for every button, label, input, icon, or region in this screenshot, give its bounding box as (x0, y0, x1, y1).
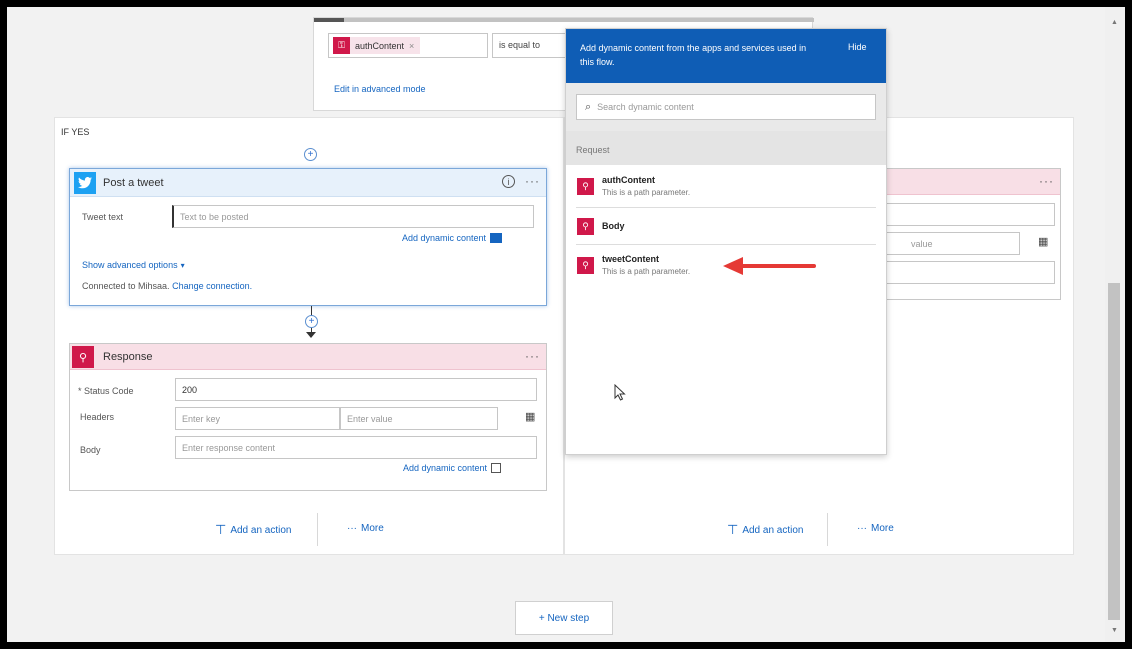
add-action-icon: ⊤ (215, 522, 227, 537)
condition-card-topbar-accent (314, 18, 344, 22)
dynamic-panel-header: Add dynamic content from the apps and se… (566, 29, 886, 83)
edit-advanced-mode-link[interactable]: Edit in advanced mode (334, 84, 426, 94)
more-options-icon[interactable]: ··· (525, 174, 540, 188)
dynamic-panel-header-text: Add dynamic content from the apps and se… (580, 43, 807, 67)
scroll-down-icon[interactable]: ▼ (1111, 627, 1118, 634)
more-dots-icon: ··· (347, 523, 357, 534)
tweet-text-input[interactable]: Text to be posted (172, 205, 534, 228)
if-yes-branch: IF YES + Post a tweet i ··· Tweet text T… (54, 117, 564, 555)
status-code-input[interactable]: 200 (175, 378, 537, 401)
add-action-button[interactable]: ⊤ Add an action (215, 522, 292, 538)
request-icon: ⚲ (577, 257, 594, 274)
search-dynamic-content-input[interactable]: ⌕ Search dynamic content (576, 94, 876, 120)
add-dynamic-content-link[interactable]: Add dynamic content (402, 233, 486, 243)
dynamic-item-name: authContent (602, 175, 655, 185)
flow-designer-canvas: ⚿ authContent × is equal to Edit in adva… (7, 7, 1125, 642)
connection-info: Connected to Mihsaa. Change connection. (82, 281, 252, 291)
more-label: More (871, 523, 894, 534)
dynamic-item-name: Body (602, 221, 625, 231)
request-icon: ⚲ (72, 346, 94, 368)
response-title: Response (103, 351, 153, 363)
tweet-add-dynamic-content[interactable]: Add dynamic content (402, 233, 503, 243)
show-advanced-options-link[interactable]: Show advanced options (82, 260, 178, 270)
request-icon: ⚲ (577, 218, 594, 235)
search-placeholder: Search dynamic content (597, 102, 694, 112)
add-action-label: Add an action (230, 524, 292, 536)
dynamic-item-authcontent[interactable]: ⚲ authContent This is a path parameter. (566, 169, 886, 205)
scroll-up-icon[interactable]: ▲ (1111, 19, 1118, 26)
scrollbar-thumb[interactable] (1108, 283, 1120, 620)
add-dynamic-content-icon[interactable] (490, 233, 503, 243)
hide-panel-button[interactable]: Hide (848, 42, 867, 52)
condition-token[interactable]: ⚿ authContent × (333, 37, 421, 54)
footer-divider (827, 513, 828, 546)
if-yes-label: IF YES (61, 127, 90, 137)
post-tweet-card: Post a tweet i ··· Tweet text Text to be… (69, 168, 547, 306)
chevron-down-icon: ▾ (180, 260, 185, 270)
search-icon: ⌕ (585, 100, 592, 113)
more-label: More (361, 523, 384, 534)
table-mode-icon[interactable]: ▦ (1038, 235, 1048, 248)
response-card: ⚲ Response ··· * Status Code 200 Headers… (69, 343, 547, 491)
token-remove-icon[interactable]: × (409, 41, 414, 51)
post-tweet-title: Post a tweet (103, 177, 164, 189)
request-section-header: Request (566, 131, 886, 165)
table-mode-icon[interactable]: ▦ (525, 410, 535, 423)
body-label: Body (80, 445, 101, 455)
dynamic-item-desc: This is a path parameter. (602, 188, 691, 197)
item-divider (576, 207, 876, 208)
change-connection-link[interactable]: Change connection. (172, 281, 252, 291)
dynamic-search-area: ⌕ Search dynamic content (566, 83, 886, 131)
footer-divider (317, 513, 318, 546)
condition-token-label: authContent (355, 40, 405, 51)
red-arrow-annotation-icon (723, 257, 816, 275)
request-icon: ⚲ (577, 178, 594, 195)
dynamic-content-panel: Add dynamic content from the apps and se… (565, 28, 887, 455)
show-advanced-options[interactable]: Show advanced options ▾ (82, 260, 185, 270)
request-icon: ⚿ (333, 37, 350, 54)
more-options-icon[interactable]: ··· (525, 349, 540, 363)
post-tweet-header[interactable]: Post a tweet i ··· (70, 169, 546, 197)
add-dynamic-content-icon[interactable] (491, 463, 502, 473)
add-action-icon: ⊤ (727, 522, 739, 537)
condition-left-operand[interactable]: ⚿ authContent × (328, 33, 488, 58)
response-add-dynamic-content[interactable]: Add dynamic content (403, 463, 502, 473)
response-header[interactable]: ⚲ Response ··· (70, 344, 546, 370)
dynamic-item-body[interactable]: ⚲ Body (566, 210, 886, 242)
header-value-input[interactable]: Enter value (340, 407, 498, 430)
dynamic-item-desc: This is a path parameter. (602, 267, 691, 276)
connected-text: Connected to Mihsaa. (82, 281, 170, 291)
add-action-button[interactable]: ⊤ Add an action (727, 522, 804, 538)
headers-label: Headers (80, 412, 115, 422)
more-button[interactable]: ··· More (347, 523, 384, 534)
twitter-icon (74, 172, 96, 194)
header-key-input[interactable]: Enter key (175, 407, 340, 430)
body-input[interactable]: Enter response content (175, 436, 537, 459)
insert-step-icon[interactable]: + (304, 148, 317, 161)
tweet-text-label: Tweet text (82, 212, 124, 222)
dynamic-item-name: tweetContent (602, 254, 659, 264)
more-dots-icon: ··· (857, 523, 867, 534)
new-step-button[interactable]: + New step (515, 601, 613, 635)
add-action-label: Add an action (742, 524, 804, 536)
info-icon[interactable]: i (502, 175, 515, 188)
vertical-scrollbar[interactable]: ▲ ▼ (1105, 7, 1125, 642)
request-section-label: Request (576, 145, 610, 155)
connector-arrow-icon (306, 332, 316, 338)
more-options-icon[interactable]: ··· (1039, 174, 1054, 188)
item-divider (576, 244, 876, 245)
add-dynamic-content-link[interactable]: Add dynamic content (403, 463, 487, 473)
insert-step-icon[interactable]: + (305, 315, 318, 328)
mouse-cursor-icon (614, 384, 626, 401)
more-button[interactable]: ··· More (857, 523, 894, 534)
condition-card-topbar (314, 18, 814, 22)
status-code-label: * Status Code (78, 386, 134, 396)
